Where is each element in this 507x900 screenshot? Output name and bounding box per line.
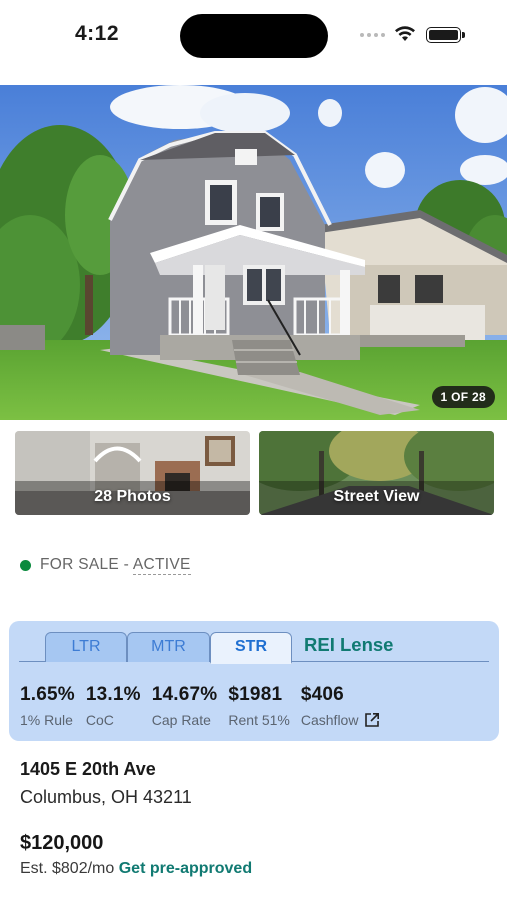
cellular-signal-icon — [360, 33, 385, 37]
status-text: FOR SALE - ACTIVE — [40, 556, 191, 575]
street-view-button[interactable]: Street View — [259, 431, 494, 515]
battery-cap — [462, 32, 465, 38]
metric-label: 1% Rule — [20, 712, 73, 728]
photos-label: 28 Photos — [94, 488, 171, 505]
status-time: 4:12 — [75, 22, 120, 45]
status-value[interactable]: ACTIVE — [132, 556, 191, 575]
monthly-estimate-text: Est. $802/mo — [20, 860, 115, 877]
metric-coc: 13.1% CoC — [86, 684, 141, 728]
house-photo-image — [0, 85, 507, 420]
listing-status: FOR SALE - ACTIVE — [20, 556, 191, 575]
photos-gallery-button[interactable]: 28 Photos — [15, 431, 250, 515]
metric-value: $406 — [300, 684, 344, 705]
tab-str[interactable]: STR — [210, 632, 292, 664]
tab-mtr[interactable]: MTR — [127, 632, 210, 662]
rental-metrics-card: LTR MTR STR REI Lense 1.65% 1% Rule 13.1… — [9, 621, 499, 741]
external-link-icon[interactable] — [364, 712, 380, 728]
metric-rent: $1981 Rent 51% — [228, 684, 289, 728]
get-preapproved-link[interactable]: Get pre-approved — [119, 860, 252, 877]
listing-price: $120,000 — [20, 832, 104, 854]
metric-value: $1981 — [228, 684, 283, 705]
status-prefix: FOR SALE - — [40, 556, 133, 573]
metric-label: CoC — [85, 712, 114, 728]
rei-lense-brand[interactable]: REI Lense — [304, 634, 393, 656]
hero-photo[interactable]: 1 OF 28 — [0, 85, 507, 420]
monthly-estimate: Est. $802/mo Get pre-approved — [20, 860, 252, 878]
metric-cap-rate: 14.67% Cap Rate — [152, 684, 218, 728]
address-street: 1405 E 20th Ave — [20, 759, 156, 779]
metric-label: Cashflow — [300, 712, 359, 728]
metric-value: 14.67% — [151, 684, 218, 705]
address-city: Columbus, OH 43211 — [20, 787, 192, 807]
metric-one-percent-rule: 1.65% 1% Rule — [20, 684, 75, 728]
tab-ltr[interactable]: LTR — [45, 632, 127, 662]
street-view-label: Street View — [333, 488, 420, 505]
metrics-row: 1.65% 1% Rule 13.1% CoC 14.67% Cap Rate … — [20, 684, 391, 728]
wifi-icon — [395, 26, 415, 41]
metric-cashflow[interactable]: $406 Cashflow — [301, 684, 381, 728]
metric-value: 1.65% — [20, 684, 75, 705]
photo-counter-badge: 1 OF 28 — [431, 386, 495, 408]
battery-icon — [426, 27, 461, 43]
metric-label: Rent 51% — [228, 712, 290, 728]
rental-strategy-tabs: LTR MTR STR REI Lense — [19, 632, 489, 664]
status-bar: 4:12 — [0, 0, 507, 70]
metric-value: 13.1% — [85, 684, 141, 705]
metric-label-row: Cashflow — [301, 712, 381, 728]
metric-label: Cap Rate — [151, 712, 211, 728]
status-dot-icon — [20, 559, 31, 571]
dynamic-island — [180, 14, 328, 58]
